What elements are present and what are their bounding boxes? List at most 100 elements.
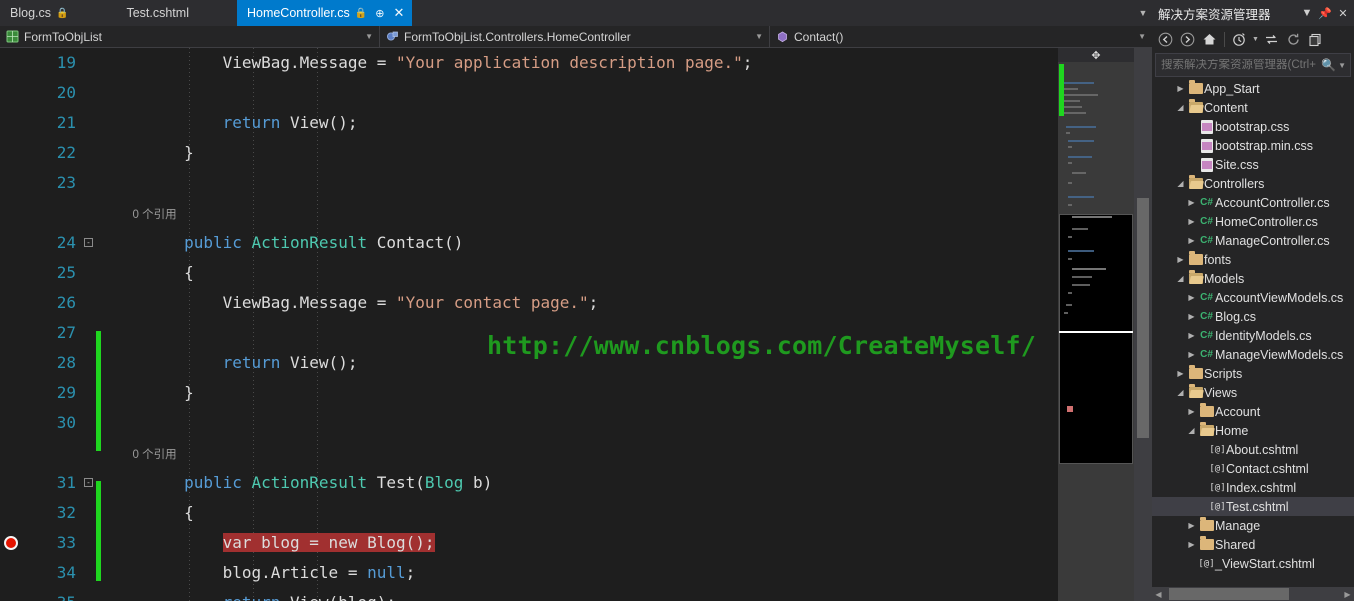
tree-item-test-cshtml[interactable]: [@] Test.cshtml [1152, 497, 1354, 516]
code-line[interactable]: { [101, 258, 1058, 288]
code-line[interactable]: } [101, 378, 1058, 408]
code-line[interactable] [101, 78, 1058, 108]
home-icon[interactable] [1199, 29, 1220, 50]
forward-icon[interactable] [1177, 29, 1198, 50]
tree-item-scripts[interactable]: ▶ Scripts [1152, 364, 1354, 383]
tab-overflow-chevron-down-icon[interactable]: ▼ [1134, 0, 1152, 26]
solution-explorer-tree[interactable]: ▶ App_Start ◢ Content bootstrap.css bootstrap… [1152, 79, 1354, 587]
tree-item-bootstrap-min-css[interactable]: bootstrap.min.css [1152, 136, 1354, 155]
code-line[interactable]: } [101, 138, 1058, 168]
code-line[interactable]: return View(blog); [101, 588, 1058, 601]
tree-item-controllers[interactable]: ◢ Controllers [1152, 174, 1354, 193]
tree-item-contact-cshtml[interactable]: [@] Contact.cshtml [1152, 459, 1354, 478]
chevron-right-icon[interactable]: ▶ [1185, 236, 1198, 245]
code-line[interactable]: return View(); [101, 348, 1058, 378]
minimap-drag-handle[interactable]: ✥ [1058, 48, 1134, 62]
tree-item-accountviewmodels-cs[interactable]: ▶ C# AccountViewModels.cs [1152, 288, 1354, 307]
chevron-right-icon[interactable]: ▶ [1185, 312, 1198, 321]
solution-explorer-search-box[interactable]: 🔍 ▼ [1155, 53, 1351, 77]
tree-item-home[interactable]: ◢ Home [1152, 421, 1354, 440]
tab-blog-cs[interactable]: Blog.cs 🔒 [0, 0, 77, 26]
chevron-down-icon[interactable]: ◢ [1174, 103, 1187, 112]
tree-item-bootstrap-css[interactable]: bootstrap.css [1152, 117, 1354, 136]
chevron-down-icon[interactable]: ▼ [1338, 61, 1348, 70]
scroll-left-icon[interactable]: ◀ [1152, 590, 1165, 599]
pending-changes-chevron-down-icon[interactable]: ▼ [1251, 29, 1260, 50]
code-line[interactable]: ViewBag.Message = "Your application desc… [101, 48, 1058, 78]
code-line[interactable]: var blog = new Blog(); [101, 528, 1058, 558]
chevron-right-icon[interactable]: ▶ [1174, 369, 1187, 378]
tree-item-models[interactable]: ◢ Models [1152, 269, 1354, 288]
solution-explorer-horizontal-scrollbar[interactable]: ◀ ▶ [1152, 587, 1354, 601]
chevron-right-icon[interactable]: ▶ [1185, 198, 1198, 207]
chevron-right-icon[interactable]: ▶ [1185, 293, 1198, 302]
tree-item-identitymodels-cs[interactable]: ▶ C# IdentityModels.cs [1152, 326, 1354, 345]
back-icon[interactable] [1155, 29, 1176, 50]
tree-item-accountcontroller-cs[interactable]: ▶ C# AccountController.cs [1152, 193, 1354, 212]
scrollbar-thumb[interactable] [1137, 198, 1149, 438]
minimap[interactable]: ✥ [1058, 48, 1134, 601]
search-icon[interactable]: 🔍 [1319, 58, 1338, 72]
tree-item-manage[interactable]: ▶ Manage [1152, 516, 1354, 535]
close-icon[interactable]: ✕ [389, 5, 404, 21]
collapse-all-icon[interactable] [1305, 29, 1326, 50]
editor-vertical-scrollbar[interactable] [1134, 48, 1152, 601]
chevron-right-icon[interactable]: ▶ [1174, 255, 1187, 264]
breakpoint-marker[interactable] [4, 536, 18, 550]
scrollbar-track[interactable] [1165, 587, 1341, 601]
nav-type-dropdown[interactable]: FormToObjList.Controllers.HomeController… [380, 26, 770, 47]
tree-item-site-css[interactable]: Site.css [1152, 155, 1354, 174]
tab-homecontroller-cs[interactable]: HomeController.cs 🔒 ⊕ ✕ [236, 0, 413, 26]
scrollbar-thumb[interactable] [1169, 588, 1289, 600]
tree-item-views[interactable]: ◢ Views [1152, 383, 1354, 402]
code-text-area[interactable]: ViewBag.Message = "Your application desc… [101, 48, 1058, 601]
refresh-icon[interactable] [1283, 29, 1304, 50]
tree-item-about-cshtml[interactable]: [@] About.cshtml [1152, 440, 1354, 459]
chevron-right-icon[interactable]: ▶ [1185, 331, 1198, 340]
sync-with-active-document-icon[interactable] [1261, 29, 1282, 50]
nav-member-dropdown[interactable]: Contact() ▼ [770, 26, 1152, 47]
chevron-right-icon[interactable]: ▶ [1185, 407, 1198, 416]
tree-item-shared[interactable]: ▶ Shared [1152, 535, 1354, 554]
chevron-down-icon[interactable]: ◢ [1174, 388, 1187, 397]
codelens-reference-count[interactable]: 0 个引用 [101, 438, 1058, 468]
chevron-down-icon[interactable]: ▼ [1300, 7, 1314, 19]
code-line[interactable] [101, 408, 1058, 438]
tree-item-index-cshtml[interactable]: [@] Index.cshtml [1152, 478, 1354, 497]
code-line[interactable]: public ActionResult Test(Blog b) [101, 468, 1058, 498]
breakpoint-gutter[interactable] [0, 48, 26, 601]
codelens-reference-count[interactable]: 0 个引用 [101, 198, 1058, 228]
nav-project-dropdown[interactable]: FormToObjList ▼ [0, 26, 380, 47]
tab-test-cshtml[interactable]: Test.cshtml [116, 0, 197, 26]
fold-toggle-icon[interactable]: - [84, 238, 93, 247]
tree-item-manageviewmodels-cs[interactable]: ▶ C# ManageViewModels.cs [1152, 345, 1354, 364]
chevron-right-icon[interactable]: ▶ [1174, 84, 1187, 93]
fold-toggle-icon[interactable]: - [84, 478, 93, 487]
pin-icon[interactable]: 📌 [1318, 7, 1332, 20]
tree-item-content[interactable]: ◢ Content [1152, 98, 1354, 117]
pin-icon[interactable]: ⊕ [372, 7, 384, 20]
tree-item-homecontroller-cs[interactable]: ▶ C# HomeController.cs [1152, 212, 1354, 231]
code-line[interactable] [101, 168, 1058, 198]
tree-item-fonts[interactable]: ▶ fonts [1152, 250, 1354, 269]
chevron-down-icon[interactable]: ◢ [1174, 179, 1187, 188]
tree-item-managecontroller-cs[interactable]: ▶ C# ManageController.cs [1152, 231, 1354, 250]
tree-item-blog-cs[interactable]: ▶ C# Blog.cs [1152, 307, 1354, 326]
code-line[interactable] [101, 318, 1058, 348]
code-line[interactable]: ViewBag.Message = "Your contact page."; [101, 288, 1058, 318]
tree-item--viewstart-cshtml[interactable]: [@] _ViewStart.cshtml [1152, 554, 1354, 573]
code-line[interactable]: { [101, 498, 1058, 528]
tree-item-account[interactable]: ▶ Account [1152, 402, 1354, 421]
code-line[interactable]: return View(); [101, 108, 1058, 138]
code-folding-gutter[interactable]: -- [82, 48, 96, 601]
code-line[interactable]: blog.Article = null; [101, 558, 1058, 588]
scroll-right-icon[interactable]: ▶ [1341, 590, 1354, 599]
chevron-down-icon[interactable]: ◢ [1174, 274, 1187, 283]
search-input[interactable] [1161, 59, 1320, 71]
tree-item-app-start[interactable]: ▶ App_Start [1152, 79, 1354, 98]
chevron-down-icon[interactable]: ◢ [1185, 426, 1198, 435]
chevron-right-icon[interactable]: ▶ [1185, 350, 1198, 359]
chevron-right-icon[interactable]: ▶ [1185, 521, 1198, 530]
code-line[interactable]: public ActionResult Contact() [101, 228, 1058, 258]
chevron-right-icon[interactable]: ▶ [1185, 540, 1198, 549]
